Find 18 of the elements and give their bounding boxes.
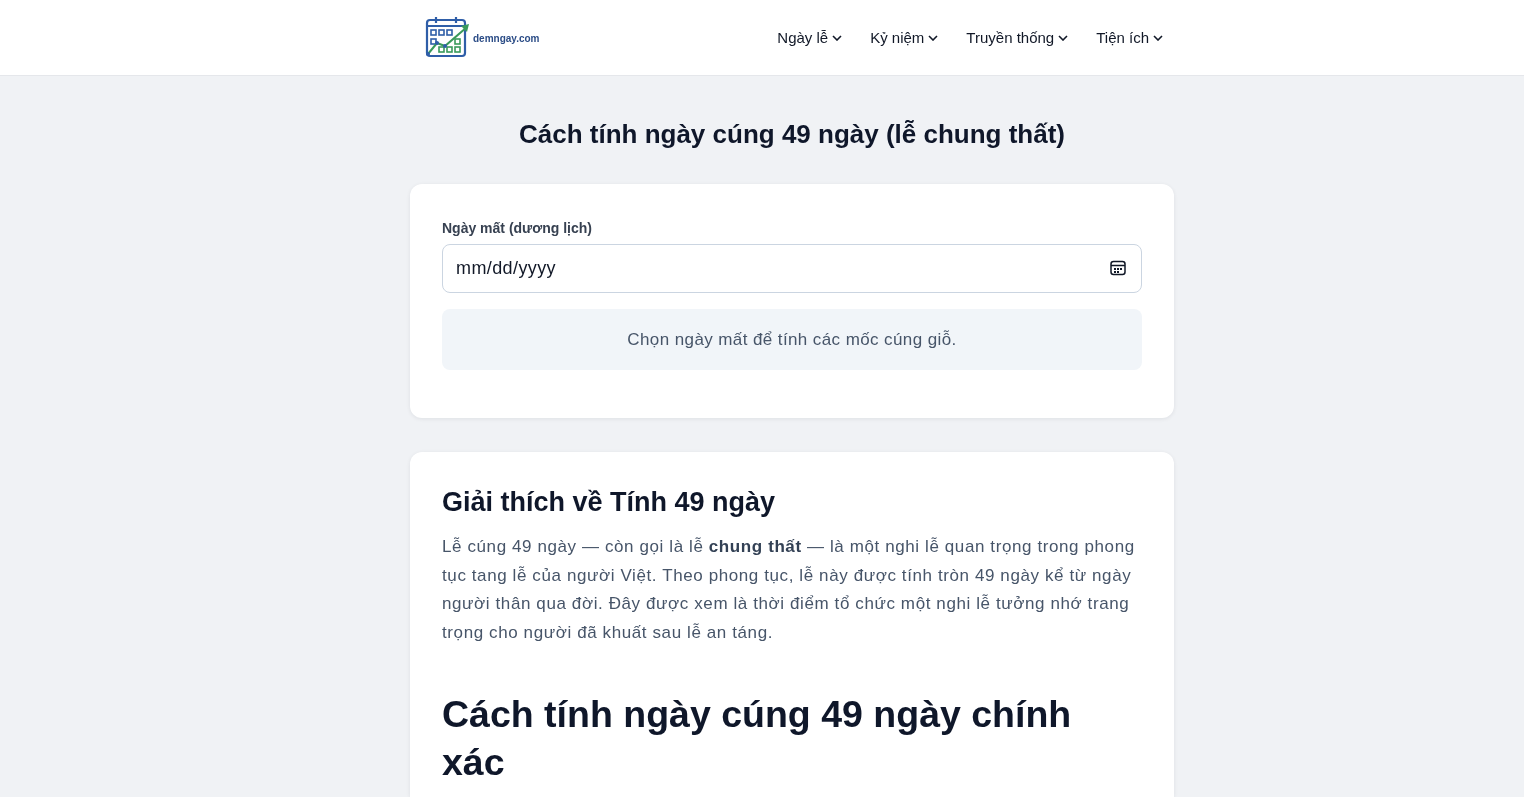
site-name[interactable]: demngay.com xyxy=(473,31,540,44)
section-heading: Giải thích về Tính 49 ngày xyxy=(442,486,777,519)
date-input[interactable]: mm/dd/yyyy xyxy=(442,244,1142,293)
calendar-chart-logo-icon[interactable] xyxy=(425,16,471,59)
calendar-icon[interactable] xyxy=(1110,260,1126,276)
nav-menu-button[interactable]: Tiện ích xyxy=(1096,25,1163,50)
article-paragraph: Lễ cúng 49 ngày — còn gọi là lễ chung thất — là một nghi lễ quan trọng trong phong tục tang lễ của người Việt. Theo phong tục, lễ này được tính tròn 49 ngày kể từ ngày người thân qua đời. Đây được xem là thời điểm tổ chức một nghi lễ tưởng nhớ trang trọng cho người đã khuất sau lễ an táng. xyxy=(442,536,1136,645)
nav-menu-button[interactable]: Ngày lễ xyxy=(777,25,843,50)
chevron-down-icon xyxy=(928,34,939,41)
field-label: Ngày mất (dương lịch) xyxy=(442,219,593,238)
page-title: Cách tính ngày cúng 49 ngày (lễ chung thất) xyxy=(517,118,1067,151)
chevron-down-icon xyxy=(1153,34,1163,41)
nav-menu-button[interactable]: Kỷ niệm xyxy=(870,25,939,50)
nav-menu-button[interactable]: Truyền thống xyxy=(966,25,1069,50)
section-title: Cách tính ngày cúng 49 ngày chính xác xyxy=(442,691,1073,785)
chevron-down-icon xyxy=(832,34,843,41)
result-message: Chọn ngày mất để tính các mốc cúng giỗ. xyxy=(442,309,1142,370)
chevron-down-icon xyxy=(1058,34,1069,41)
